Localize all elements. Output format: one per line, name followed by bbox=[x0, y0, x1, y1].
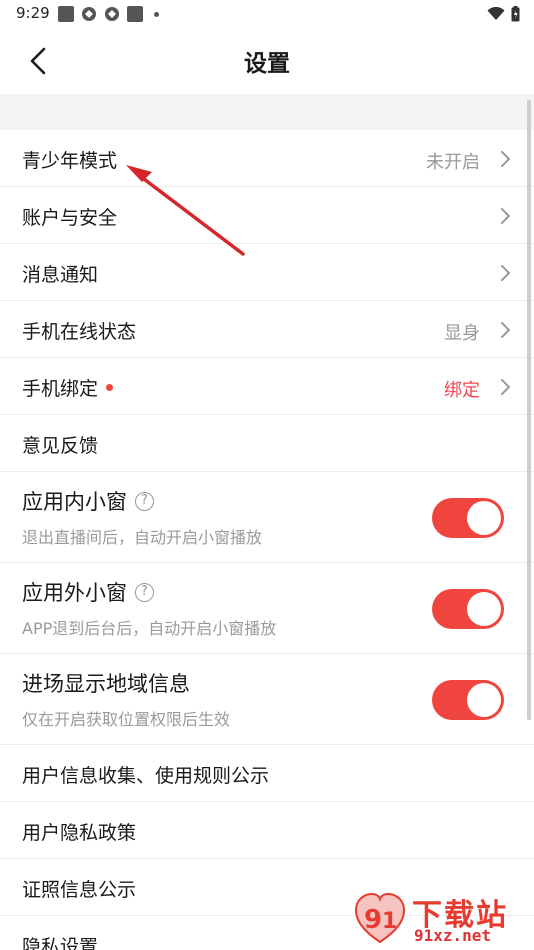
out-app-pip-toggle[interactable] bbox=[432, 589, 504, 629]
chevron-right-icon bbox=[501, 265, 511, 281]
account-security-item[interactable]: 账户与安全 bbox=[0, 187, 534, 244]
phone-binding-label: 手机绑定 bbox=[22, 374, 114, 401]
app-notification-icon bbox=[127, 6, 143, 22]
online-status-value: 显身 bbox=[444, 323, 480, 344]
online-status-label: 手机在线状态 bbox=[22, 321, 137, 343]
watermark-url: 91xz.net bbox=[414, 926, 492, 945]
wifi-icon bbox=[487, 7, 505, 20]
more-notifications-icon bbox=[154, 11, 159, 17]
phone-binding-item[interactable]: 手机绑定 绑定 bbox=[0, 358, 534, 415]
svg-text:9: 9 bbox=[364, 905, 382, 935]
teen-mode-item[interactable]: 青少年模式 未开启 bbox=[0, 130, 534, 187]
sync-notification-icon bbox=[105, 7, 119, 21]
message-notification-item[interactable]: 消息通知 bbox=[0, 244, 534, 301]
region-info-description: 仅在开启获取位置权限后生效 bbox=[22, 710, 231, 729]
status-time: 9:29 bbox=[16, 4, 50, 22]
red-dot-badge bbox=[106, 384, 114, 391]
notification-icons bbox=[58, 6, 159, 22]
out-app-pip-label: 应用外小窗? bbox=[22, 577, 154, 607]
phone-binding-value: 绑定 bbox=[444, 380, 480, 401]
teen-mode-label: 青少年模式 bbox=[22, 150, 118, 172]
watermark-logo-icon: 9 1 bbox=[354, 892, 406, 944]
toggle-knob bbox=[467, 592, 501, 626]
out-app-pip-description: APP退到后台后，自动开启小窗播放 bbox=[22, 619, 277, 638]
chevron-right-icon bbox=[501, 208, 511, 224]
phone-binding-text: 手机绑定 bbox=[22, 378, 99, 400]
in-app-pip-description: 退出直播间后，自动开启小窗播放 bbox=[22, 528, 263, 547]
page-title: 设置 bbox=[244, 51, 290, 77]
privacy-settings-label: 隐私设置 bbox=[22, 936, 99, 950]
out-app-pip-item: 应用外小窗? APP退到后台后，自动开启小窗播放 bbox=[0, 563, 534, 654]
teen-mode-status: 未开启 bbox=[426, 152, 480, 173]
online-status-item[interactable]: 手机在线状态 显身 bbox=[0, 301, 534, 358]
svg-text:1: 1 bbox=[382, 909, 397, 934]
header: 设置 bbox=[0, 28, 534, 94]
battery-icon bbox=[511, 6, 520, 22]
feedback-label: 意见反馈 bbox=[22, 435, 99, 457]
region-info-item: 进场显示地域信息 仅在开启获取位置权限后生效 bbox=[0, 654, 534, 745]
region-info-label: 进场显示地域信息 bbox=[22, 672, 190, 696]
section-divider bbox=[0, 94, 534, 130]
scrollbar[interactable] bbox=[527, 100, 531, 720]
account-security-label: 账户与安全 bbox=[22, 207, 118, 229]
chevron-right-icon bbox=[501, 322, 511, 338]
help-icon[interactable]: ? bbox=[135, 582, 154, 602]
in-app-pip-item: 应用内小窗? 退出直播间后，自动开启小窗播放 bbox=[0, 472, 534, 563]
info-rules-item[interactable]: 用户信息收集、使用规则公示 bbox=[0, 745, 534, 802]
status-bar: 9:29 bbox=[0, 0, 534, 28]
toggle-knob bbox=[467, 501, 501, 535]
feedback-item[interactable]: 意见反馈 bbox=[0, 415, 534, 472]
region-info-toggle[interactable] bbox=[432, 680, 504, 720]
settings-list: 青少年模式 未开启 账户与安全 消息通知 手机在线状态 显身 手机绑定 绑定 意… bbox=[0, 130, 534, 950]
info-rules-label: 用户信息收集、使用规则公示 bbox=[22, 765, 270, 787]
in-app-pip-text: 应用内小窗 bbox=[22, 490, 127, 514]
toggle-knob bbox=[467, 683, 501, 717]
chevron-right-icon bbox=[501, 379, 511, 395]
out-app-pip-text: 应用外小窗 bbox=[22, 581, 127, 605]
chevron-right-icon bbox=[501, 151, 511, 167]
in-app-pip-label: 应用内小窗? bbox=[22, 486, 154, 516]
privacy-policy-item[interactable]: 用户隐私政策 bbox=[0, 802, 534, 859]
help-icon[interactable]: ? bbox=[135, 491, 154, 511]
license-info-label: 证照信息公示 bbox=[22, 879, 137, 901]
app-notification-icon bbox=[58, 6, 74, 22]
message-notification-label: 消息通知 bbox=[22, 264, 99, 286]
sync-notification-icon bbox=[82, 7, 96, 21]
watermark: 9 1 下载站 91xz.net bbox=[352, 888, 532, 950]
privacy-policy-label: 用户隐私政策 bbox=[22, 822, 137, 844]
in-app-pip-toggle[interactable] bbox=[432, 498, 504, 538]
status-right bbox=[487, 6, 520, 22]
